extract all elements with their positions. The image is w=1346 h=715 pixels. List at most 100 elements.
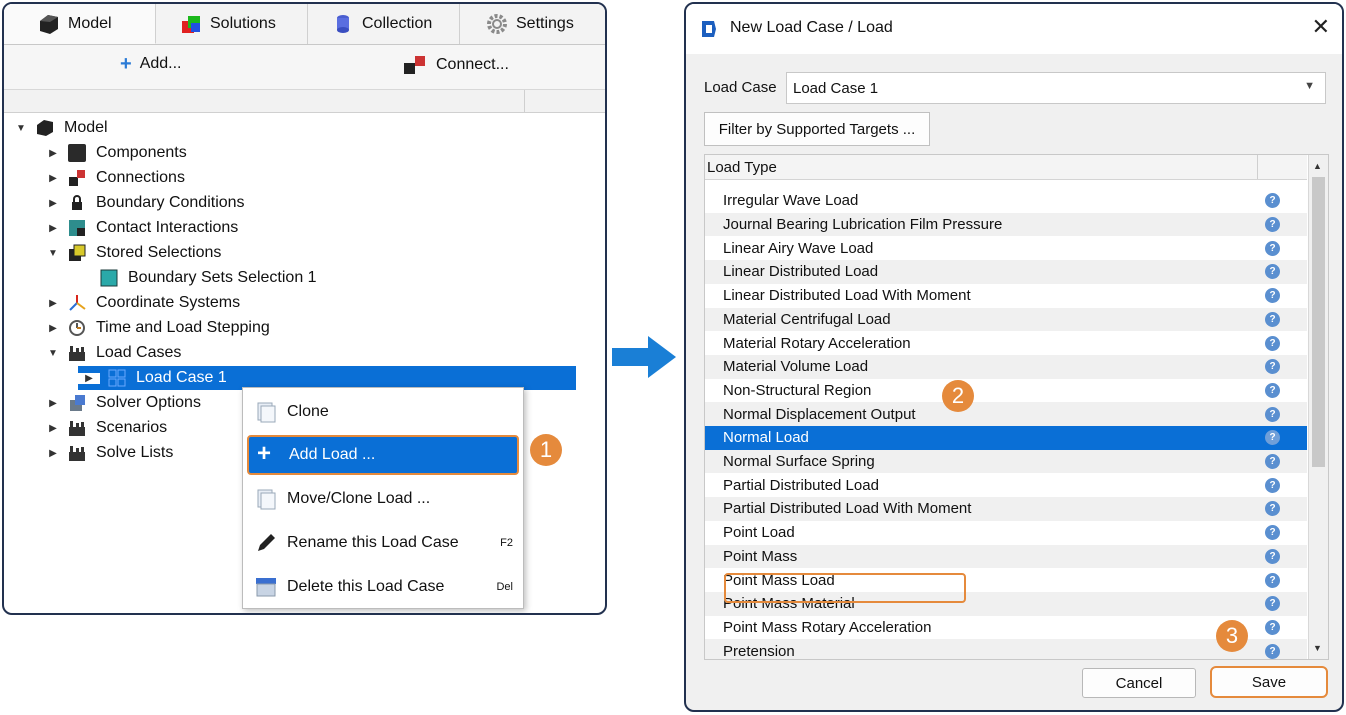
step-badge-3: 3 — [1216, 620, 1248, 652]
help-icon[interactable]: ? — [1265, 572, 1280, 588]
scroll-up-icon[interactable]: ▲ — [1313, 161, 1322, 171]
load-type-item[interactable]: Linear Distributed Load With Moment? — [705, 284, 1307, 308]
connect-button[interactable]: Connect... — [402, 55, 509, 75]
load-type-item[interactable]: Irregular Wave Load? — [705, 189, 1307, 213]
scroll-thumb[interactable] — [1312, 177, 1325, 467]
chevron-right-icon[interactable]: ▶ — [46, 298, 60, 309]
chevron-right-icon[interactable]: ▶ — [46, 198, 60, 209]
chevron-down-icon[interactable]: ▼ — [46, 348, 60, 359]
selection-icon — [68, 244, 86, 262]
tree-item-coordinate-systems[interactable]: ▶ Coordinate Systems — [46, 291, 240, 315]
load-type-item[interactable]: Linear Distributed Load? — [705, 260, 1307, 284]
chevron-right-icon[interactable]: ▶ — [46, 148, 60, 159]
chevron-right-icon[interactable]: ▶ — [78, 372, 100, 384]
tree-item-components[interactable]: ▶ Components — [46, 141, 187, 165]
help-icon[interactable]: ? — [1265, 193, 1280, 209]
tree-item-solve-lists[interactable]: ▶ Solve Lists — [46, 441, 173, 465]
load-type-item[interactable]: Normal Displacement Output? — [705, 402, 1307, 426]
load-type-item[interactable]: Material Volume Load? — [705, 354, 1307, 379]
add-button[interactable]: + Add... — [120, 54, 182, 74]
app-logo-icon — [700, 19, 718, 39]
chevron-right-icon[interactable]: ▶ — [46, 398, 60, 409]
load-type-item[interactable]: Point Load? — [705, 521, 1307, 545]
grid-icon — [108, 369, 126, 387]
load-type-item[interactable]: Non-Structural Region? — [705, 379, 1307, 403]
save-button[interactable]: Save — [1210, 666, 1328, 698]
help-icon[interactable]: ? — [1265, 288, 1280, 304]
menu-item-clone[interactable]: Clone — [247, 392, 519, 432]
tree-item-boundary-sets-selection[interactable]: ▶ Boundary Sets Selection 1 — [78, 266, 317, 290]
tree-item-model[interactable]: ▼ Model — [14, 116, 108, 140]
tree-column-header — [4, 90, 605, 113]
load-type-item[interactable]: Point Mass? — [705, 544, 1307, 569]
tree-item-stored-selections[interactable]: ▼ Stored Selections — [46, 241, 221, 265]
help-icon[interactable]: ? — [1265, 359, 1280, 375]
clock-icon — [68, 319, 86, 337]
tab-solutions[interactable]: Solutions — [156, 4, 308, 44]
menu-item-add-load[interactable]: + Add Load ... — [247, 435, 519, 475]
tree-item-solver-options[interactable]: ▶ Solver Options — [46, 391, 201, 415]
menu-item-rename[interactable]: Rename this Load Case F2 — [247, 523, 519, 563]
chevron-right-icon[interactable]: ▶ — [46, 223, 60, 234]
connect-icon — [402, 55, 428, 75]
help-icon[interactable]: ? — [1265, 335, 1280, 351]
tab-collection[interactable]: Collection — [308, 4, 460, 44]
help-icon[interactable]: ? — [1265, 477, 1280, 493]
help-icon[interactable]: ? — [1265, 643, 1280, 659]
solver-icon — [68, 394, 86, 412]
load-case-select[interactable]: Load Case 1 ▼ — [786, 72, 1326, 104]
chevron-down-icon: ▼ — [1304, 80, 1315, 92]
axes-icon — [68, 294, 86, 312]
load-type-item[interactable]: Partial Distributed Load With Moment? — [705, 497, 1307, 521]
load-type-item[interactable]: Material Centrifugal Load? — [705, 307, 1307, 332]
help-icon[interactable]: ? — [1265, 240, 1280, 256]
selection-highlight — [724, 573, 966, 603]
cancel-button[interactable]: Cancel — [1082, 668, 1196, 698]
tab-settings[interactable]: Settings — [460, 4, 605, 44]
scroll-down-icon[interactable]: ▼ — [1313, 643, 1322, 653]
load-type-item[interactable]: Material Rotary Acceleration? — [705, 331, 1307, 355]
tab-model[interactable]: Model — [4, 4, 156, 44]
load-type-item[interactable]: Normal Load? — [705, 426, 1307, 450]
load-type-item[interactable]: Journal Bearing Lubrication Film Pressur… — [705, 212, 1307, 237]
help-icon[interactable]: ? — [1265, 596, 1280, 612]
load-type-item[interactable]: Normal Surface Spring? — [705, 449, 1307, 474]
tree-item-connections[interactable]: ▶ Connections — [46, 166, 185, 190]
tree-item-load-cases[interactable]: ▼ Load Cases — [46, 341, 181, 365]
filter-supported-targets-button[interactable]: Filter by Supported Targets ... — [704, 112, 930, 146]
step-badge-2: 2 — [942, 380, 974, 412]
context-menu: Clone + Add Load ... Move/Clone Load ...… — [242, 387, 524, 609]
help-icon[interactable]: ? — [1265, 548, 1280, 564]
list-scrollbar[interactable]: ▲ ▼ — [1308, 155, 1328, 659]
close-button[interactable]: ✕ — [1312, 14, 1330, 40]
load-type-item[interactable]: Linear Airy Wave Load? — [705, 236, 1307, 260]
help-icon[interactable]: ? — [1265, 430, 1280, 446]
help-icon[interactable]: ? — [1265, 406, 1280, 422]
tree-item-boundary-conditions[interactable]: ▶ Boundary Conditions — [46, 191, 244, 215]
tab-label: Settings — [516, 15, 574, 32]
menu-item-move-clone-load[interactable]: Move/Clone Load ... — [247, 479, 519, 519]
help-icon[interactable]: ? — [1265, 501, 1280, 517]
tree-item-contact-interactions[interactable]: ▶ Contact Interactions — [46, 216, 238, 240]
tree-item-scenarios[interactable]: ▶ Scenarios — [46, 416, 167, 440]
chevron-down-icon[interactable]: ▼ — [46, 248, 60, 259]
chevron-right-icon[interactable]: ▶ — [46, 173, 60, 184]
help-icon[interactable]: ? — [1265, 525, 1280, 541]
load-type-item[interactable]: Partial Distributed Load? — [705, 473, 1307, 497]
menu-item-delete[interactable]: Delete this Load Case Del — [247, 567, 519, 607]
clone-icon — [255, 488, 277, 510]
tree-item-time-load-stepping[interactable]: ▶ Time and Load Stepping — [46, 316, 270, 340]
help-icon[interactable]: ? — [1265, 264, 1280, 280]
chevron-right-icon[interactable]: ▶ — [46, 323, 60, 334]
load-case-value: Load Case 1 — [793, 80, 879, 97]
chevron-right-icon[interactable]: ▶ — [46, 448, 60, 459]
model-toolbar: + Add... Connect... — [4, 45, 605, 90]
help-icon[interactable]: ? — [1265, 619, 1280, 635]
chevron-down-icon[interactable]: ▼ — [14, 123, 28, 134]
help-icon[interactable]: ? — [1265, 382, 1280, 398]
help-icon[interactable]: ? — [1265, 311, 1280, 327]
plus-icon: + — [257, 440, 272, 467]
help-icon[interactable]: ? — [1265, 217, 1280, 233]
help-icon[interactable]: ? — [1265, 454, 1280, 470]
chevron-right-icon[interactable]: ▶ — [46, 423, 60, 434]
